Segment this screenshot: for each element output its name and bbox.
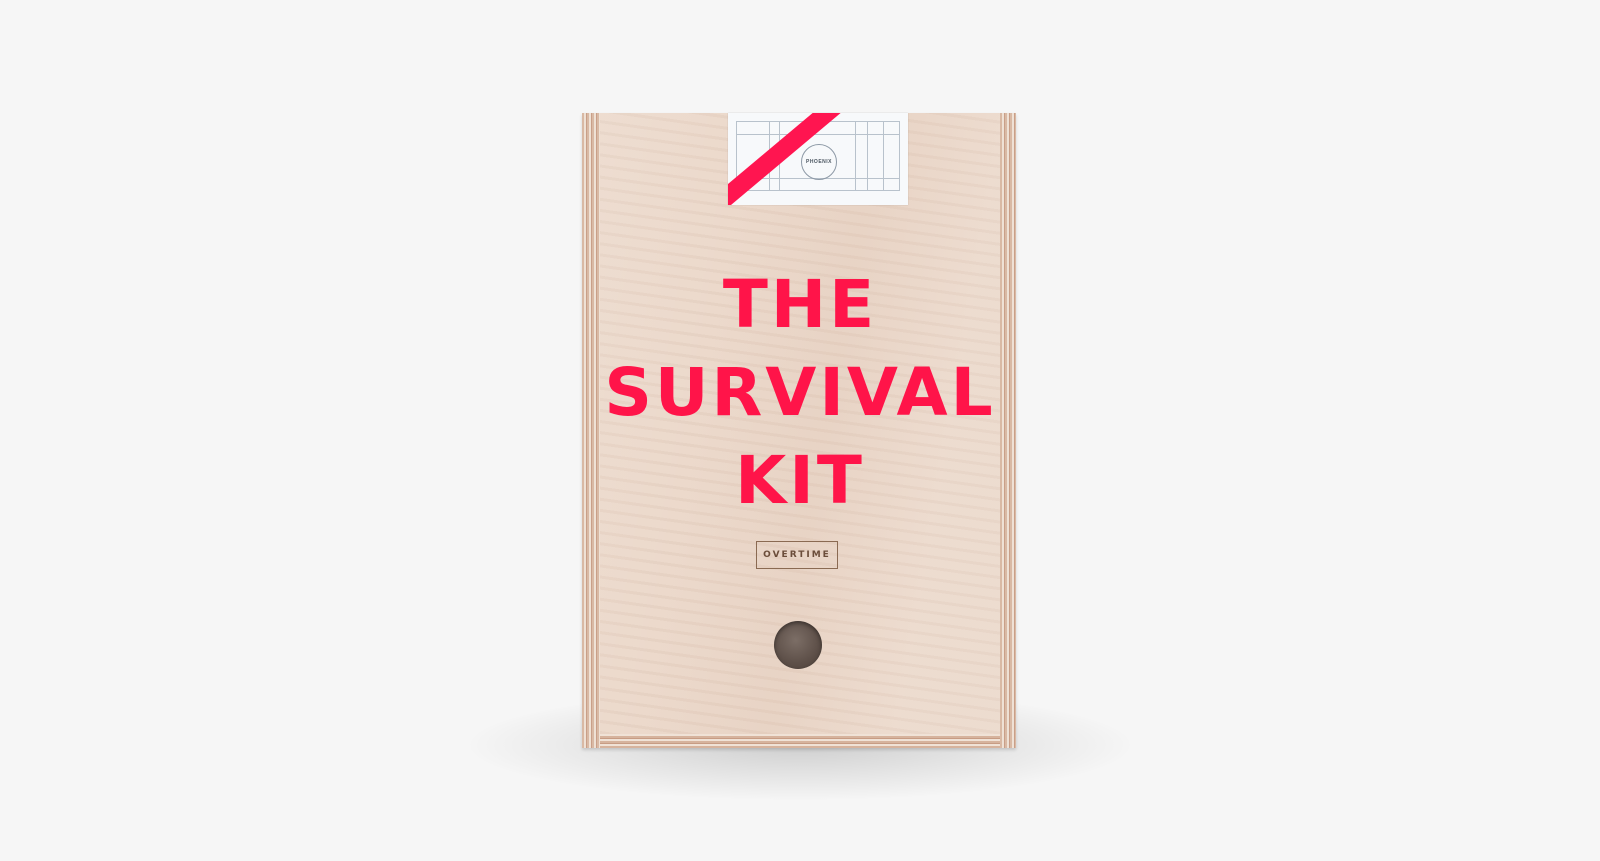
label-divider xyxy=(737,134,899,135)
label-divider xyxy=(883,122,884,190)
edition-badge: OVERTIME xyxy=(756,541,838,569)
box-edge-left xyxy=(582,113,600,748)
product-stage: PHOENIX THE SURVIVAL KIT OVERTIME xyxy=(0,0,1600,861)
edition-badge-label: OVERTIME xyxy=(763,550,831,560)
box-lid: PHOENIX THE SURVIVAL KIT OVERTIME xyxy=(600,113,1000,734)
title-line-3: KIT xyxy=(735,442,865,519)
label-divider xyxy=(867,122,868,190)
finger-hole xyxy=(774,621,822,669)
label-seal: PHOENIX xyxy=(801,144,837,180)
wooden-box: PHOENIX THE SURVIVAL KIT OVERTIME xyxy=(582,113,1016,748)
box-label-sticker: PHOENIX xyxy=(728,113,908,205)
title-line-1: THE xyxy=(722,266,878,343)
box-edge-right xyxy=(1000,113,1016,748)
label-brand: PHOENIX xyxy=(805,159,832,165)
box-edge-bottom xyxy=(600,734,1000,748)
title-line-2: SURVIVAL xyxy=(604,354,996,431)
label-divider xyxy=(855,122,856,190)
product-title: THE SURVIVAL KIT xyxy=(600,261,1000,525)
